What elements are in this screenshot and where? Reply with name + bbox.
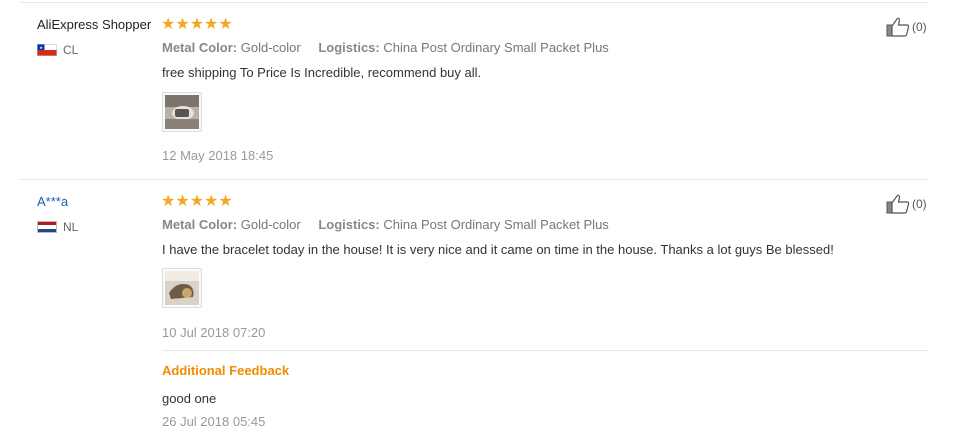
logistics-label: Logistics: — [318, 40, 380, 55]
order-attributes: Metal Color: Gold-color Logistics: China… — [162, 40, 609, 55]
metal-color-label: Metal Color: — [162, 217, 238, 232]
review-photo-thumbnail[interactable] — [162, 268, 202, 308]
review-date: 10 Jul 2018 07:20 — [162, 325, 266, 340]
order-attributes: Metal Color: Gold-color Logistics: China… — [162, 217, 609, 232]
additional-feedback-divider — [162, 350, 928, 351]
metal-color-value: Gold-color — [240, 217, 301, 232]
svg-text:★: ★ — [39, 45, 43, 50]
helpful-button[interactable]: (0) — [886, 17, 927, 37]
thumbs-up-icon — [886, 17, 910, 37]
helpful-count: (0) — [912, 197, 927, 211]
reviewer-country: ★ CL — [36, 43, 79, 57]
reviewer-name: AliExpress Shopper — [37, 17, 152, 32]
additional-feedback-date: 26 Jul 2018 05:45 — [162, 414, 266, 429]
review-photo-thumbnail[interactable] — [162, 92, 202, 132]
helpful-button[interactable]: (0) — [886, 194, 927, 214]
reviewer-name[interactable]: A***a — [37, 194, 68, 209]
review-photo — [165, 271, 199, 305]
reviewer-country: NL — [37, 220, 78, 234]
top-divider — [20, 2, 928, 3]
review-divider — [20, 179, 928, 180]
logistics-value: China Post Ordinary Small Packet Plus — [383, 217, 609, 232]
metal-color-label: Metal Color: — [162, 40, 238, 55]
logistics-value: China Post Ordinary Small Packet Plus — [383, 40, 609, 55]
additional-feedback-text: good one — [162, 391, 217, 406]
review-photo — [165, 95, 199, 129]
rating-stars: ★★★★★ — [161, 16, 233, 33]
review-text: free shipping To Price Is Incredible, re… — [162, 65, 482, 80]
metal-color-value: Gold-color — [240, 40, 301, 55]
thumbs-up-icon — [886, 194, 910, 214]
helpful-count: (0) — [912, 20, 927, 34]
country-code: NL — [63, 220, 79, 234]
logistics-label: Logistics: — [318, 217, 380, 232]
netherlands-flag-icon — [37, 221, 57, 233]
additional-feedback-label: Additional Feedback — [162, 363, 290, 378]
rating-stars: ★★★★★ — [161, 193, 233, 210]
review-text: I have the bracelet today in the house! … — [162, 242, 834, 257]
country-code: CL — [63, 43, 79, 57]
review-date: 12 May 2018 18:45 — [162, 148, 274, 163]
chile-flag-icon: ★ — [36, 43, 58, 57]
